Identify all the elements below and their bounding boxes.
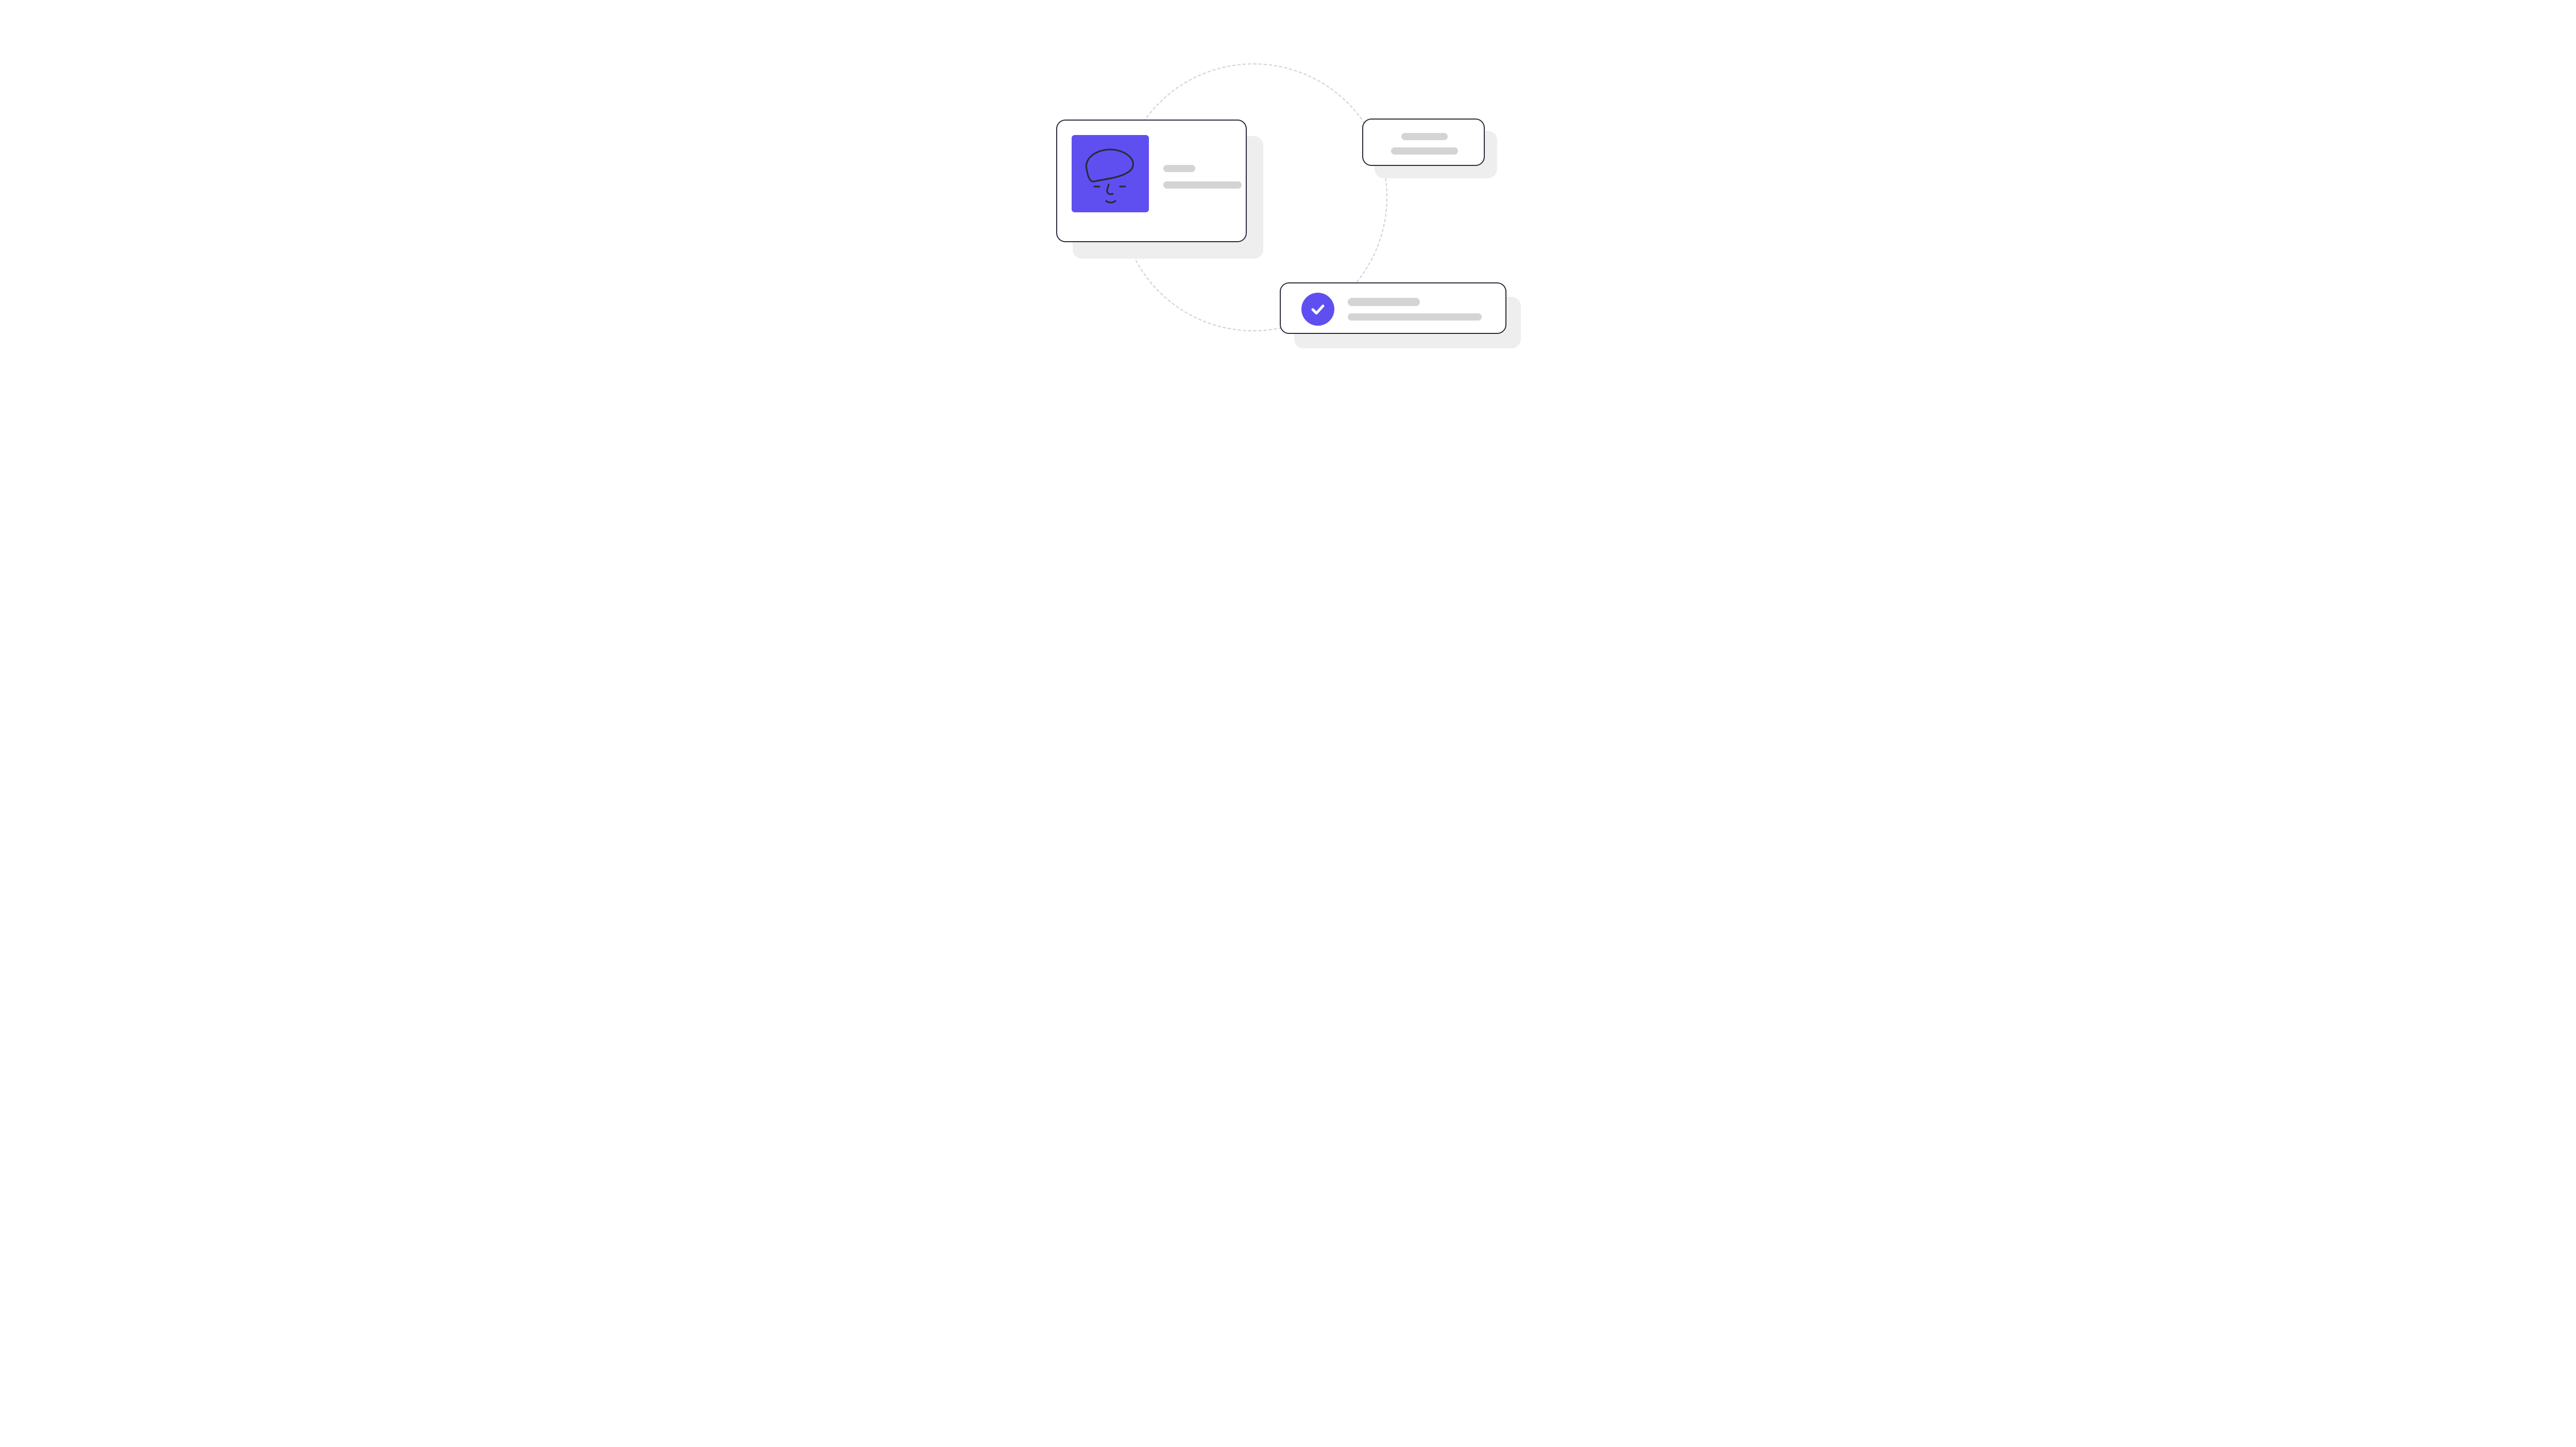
info-card [1362,119,1485,166]
profile-card [1056,120,1247,242]
info-line-1 [1401,133,1448,140]
checkmark-icon [1301,293,1334,326]
abstract-face-icon [1072,135,1149,212]
info-line-2 [1391,147,1458,155]
success-card [1280,282,1506,334]
profile-line-1 [1163,165,1195,172]
illustration-stage: .orbit { left:445px; top:115px; width:52… [890,4,1694,391]
profile-line-2 [1163,181,1242,189]
success-line-1 [1348,298,1420,306]
avatar [1072,135,1149,212]
success-line-2 [1348,313,1482,321]
